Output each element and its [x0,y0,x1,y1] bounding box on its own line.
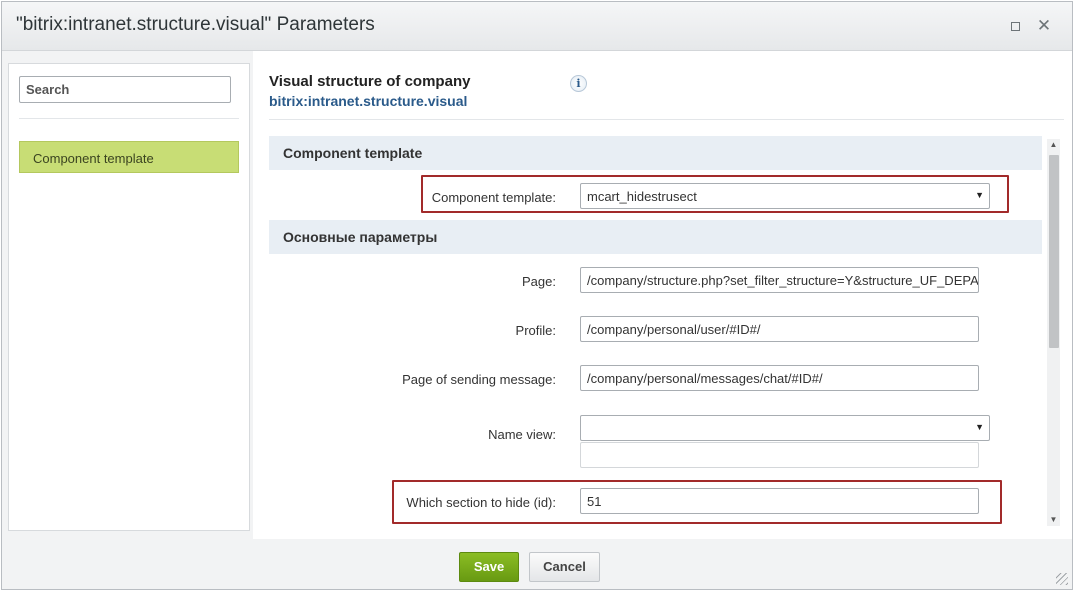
dialog-titlebar[interactable]: "bitrix:intranet.structure.visual" Param… [2,2,1072,51]
name-view-custom-input[interactable] [580,442,979,468]
parameters-dialog: "bitrix:intranet.structure.visual" Param… [1,1,1073,590]
component-title: Visual structure of company [269,73,471,90]
field-label: Profile: [515,323,556,338]
info-icon[interactable]: i [570,75,587,92]
page-input[interactable]: /company/structure.php?set_filter_struct… [580,267,979,293]
dialog-title: "bitrix:intranet.structure.visual" Param… [16,14,375,35]
field-label: Name view: [488,427,556,442]
save-button[interactable]: Save [459,552,519,582]
parameters-content: Component template Component template: m… [269,136,1048,526]
field-label: Page: [522,274,556,289]
main-panel: Visual structure of company bitrix:intra… [253,51,1072,539]
scroll-down-icon[interactable]: ▼ [1047,514,1060,526]
close-icon[interactable]: ✕ [1036,17,1052,34]
name-view-select[interactable]: ▼ [580,415,990,441]
field-row-name-view: Name view: ▼ [269,415,1042,468]
highlight-box [421,175,1009,213]
resize-grip-icon[interactable] [1056,573,1068,585]
sidebar: Component template [8,63,250,531]
header-divider [269,119,1064,120]
dropdown-arrow-icon: ▼ [975,422,984,432]
field-row-profile: Profile: /company/personal/user/#ID#/ [269,316,1042,344]
section-header-main-params[interactable]: Основные параметры [269,220,1042,254]
field-row-page: Page: /company/structure.php?set_filter_… [269,267,1042,295]
scroll-thumb[interactable] [1049,155,1059,348]
field-label: Page of sending message: [402,372,556,387]
field-row-message-page: Page of sending message: /company/person… [269,365,1042,393]
component-header: Visual structure of company bitrix:intra… [269,73,470,109]
dialog-footer: Save Cancel [2,539,1072,589]
search-input[interactable] [19,76,231,103]
section-header-component-template[interactable]: Component template [269,136,1042,170]
component-code: bitrix:intranet.structure.visual [269,93,468,109]
message-page-input[interactable]: /company/personal/messages/chat/#ID#/ [580,365,979,391]
cancel-button[interactable]: Cancel [529,552,600,582]
sidebar-item-component-template[interactable]: Component template [19,141,239,173]
maximize-icon[interactable] [1007,18,1023,34]
highlight-box [392,480,1002,524]
content-scrollbar[interactable]: ▲ ▼ [1047,139,1060,526]
scroll-up-icon[interactable]: ▲ [1047,139,1060,151]
sidebar-divider [19,118,239,119]
profile-input[interactable]: /company/personal/user/#ID#/ [580,316,979,342]
